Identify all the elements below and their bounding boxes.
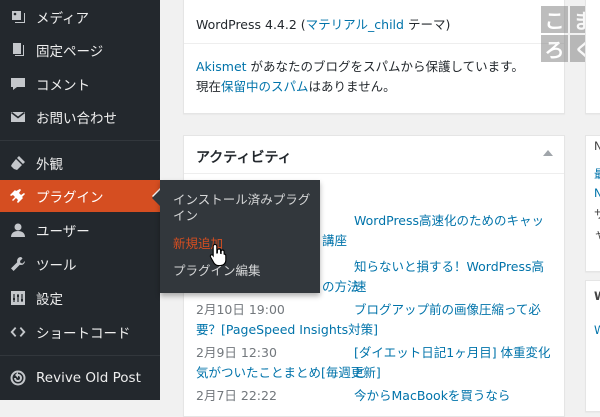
menu-label: プラグイン — [36, 190, 104, 206]
menu-item-appearance[interactable]: 外観 — [0, 147, 160, 179]
widget-link[interactable]: N — [594, 186, 600, 200]
menu-label: ツール — [36, 258, 77, 274]
right-widget-1 — [585, 0, 600, 114]
activity-title: アクティビティ — [196, 150, 292, 166]
menu-label: メディア — [36, 11, 90, 27]
mail-icon — [9, 108, 27, 126]
activity-post-link-cont[interactable]: の方法 — [322, 277, 360, 297]
akismet-line: Akismet があなたのブログをスパムから保護しています。 — [196, 56, 524, 75]
menu-item-comments[interactable]: コメント — [0, 68, 160, 100]
submenu-add-new[interactable]: 新規追加 — [173, 236, 313, 252]
spam-suffix: はありません。 — [308, 79, 396, 94]
activity-post-link-cont[interactable]: 気がついたことまとめ[毎週更新] — [196, 363, 381, 383]
submenu-installed-plugins[interactable]: インストール済みプラグイン — [173, 192, 313, 224]
menu-item-tools[interactable]: ツール — [0, 248, 160, 280]
activity-date: 2月7日 22:22 — [196, 388, 277, 403]
akismet-link[interactable]: Akismet — [196, 59, 247, 74]
right-widget-3: W W — [585, 280, 600, 412]
activity-post-link[interactable]: WordPress高速化のためのキャッ — [354, 211, 554, 231]
activity-post-link[interactable]: 知らないと損する！WordPress高速 — [354, 257, 554, 297]
spam-prefix: 現在 — [196, 79, 222, 94]
version-suffix: テーマ) — [403, 17, 451, 32]
menu-label: 設定 — [36, 292, 63, 308]
shortcode-icon — [9, 323, 27, 341]
right-widget-2: N 最 N サ ャ — [585, 135, 600, 272]
menu-label: コメント — [36, 78, 90, 94]
admin-sidebar: メディア 固定ページ コメント お問い合わせ 外観 プラグイン ユーザー ツール… — [0, 0, 160, 400]
collapse-toggle-icon[interactable] — [543, 150, 553, 156]
plugins-icon — [9, 187, 27, 205]
menu-label: ショートコード — [36, 326, 131, 342]
menu-item-media[interactable]: メディア — [0, 1, 160, 33]
at-a-glance-panel: WordPress 4.4.2 (マテリアル_child テーマ) Akisme… — [183, 0, 565, 114]
menu-label: 固定ページ — [36, 44, 104, 60]
menu-label: Revive Old Post — [36, 370, 141, 386]
activity-date: 2月10日 19:00 — [196, 302, 285, 317]
menu-separator — [0, 355, 160, 356]
activity-post-link-cont[interactable]: 要？[PageSpeed Insights対策] — [196, 320, 378, 340]
menu-item-plugins[interactable]: プラグイン — [0, 180, 160, 212]
activity-post-link[interactable]: ブログアップ前の画像圧縮って必 — [354, 300, 554, 320]
logo-char: ろ — [541, 35, 568, 62]
menu-item-shortcode[interactable]: ショートコード — [0, 316, 160, 348]
menu-item-contact[interactable]: お問い合わせ — [0, 101, 160, 133]
widget-text: N — [594, 139, 600, 153]
menu-label: 外観 — [36, 157, 63, 173]
menu-item-settings[interactable]: 設定 — [0, 282, 160, 314]
version-info: WordPress 4.4.2 (マテリアル_child テーマ) — [196, 14, 450, 33]
widget-title: W — [594, 289, 600, 303]
menu-label: ユーザー — [36, 224, 90, 240]
widget-link[interactable]: W — [594, 323, 600, 337]
version-text: WordPress 4.4.2 ( — [196, 17, 306, 32]
appearance-icon — [9, 154, 27, 172]
widget-text: サ — [594, 207, 600, 221]
menu-item-users[interactable]: ユーザー — [0, 214, 160, 246]
activity-date: 2月9日 12:30 — [196, 345, 277, 360]
pages-icon — [9, 41, 27, 59]
tools-icon — [9, 255, 27, 273]
spam-line: 現在保留中のスパムはありません。 — [196, 76, 396, 95]
revive-icon — [9, 369, 27, 387]
divider — [184, 173, 564, 174]
akismet-text: があなたのブログをスパムから保護しています。 — [246, 59, 524, 74]
comments-icon — [9, 75, 27, 93]
logo-char: こ — [541, 6, 568, 33]
menu-item-pages[interactable]: 固定ページ — [0, 34, 160, 66]
plugins-submenu: インストール済みプラグイン 新規追加 プラグイン編集 — [152, 180, 320, 293]
settings-icon — [9, 289, 27, 307]
menu-label: お問い合わせ — [36, 111, 117, 127]
theme-link[interactable]: マテリアル_child — [306, 17, 404, 32]
users-icon — [9, 221, 27, 239]
hand-cursor-icon — [209, 243, 227, 267]
activity-post-link[interactable]: [ダイエット日記1ヶ月目] 体重変化と — [354, 343, 554, 383]
divider — [184, 43, 564, 44]
menu-separator — [0, 140, 160, 141]
media-icon — [9, 8, 27, 26]
menu-item-revive-old-post[interactable]: Revive Old Post — [0, 362, 160, 394]
widget-text: ャ — [594, 227, 600, 241]
widget-link[interactable]: 最 — [594, 166, 600, 182]
pending-spam-link[interactable]: 保留中のスパム — [221, 79, 309, 94]
activity-post-link[interactable]: 今からMacBookを買うなら — [354, 386, 554, 406]
activity-post-link-cont[interactable]: 講座 — [322, 231, 347, 251]
submenu-plugin-editor[interactable]: プラグイン編集 — [173, 263, 313, 279]
